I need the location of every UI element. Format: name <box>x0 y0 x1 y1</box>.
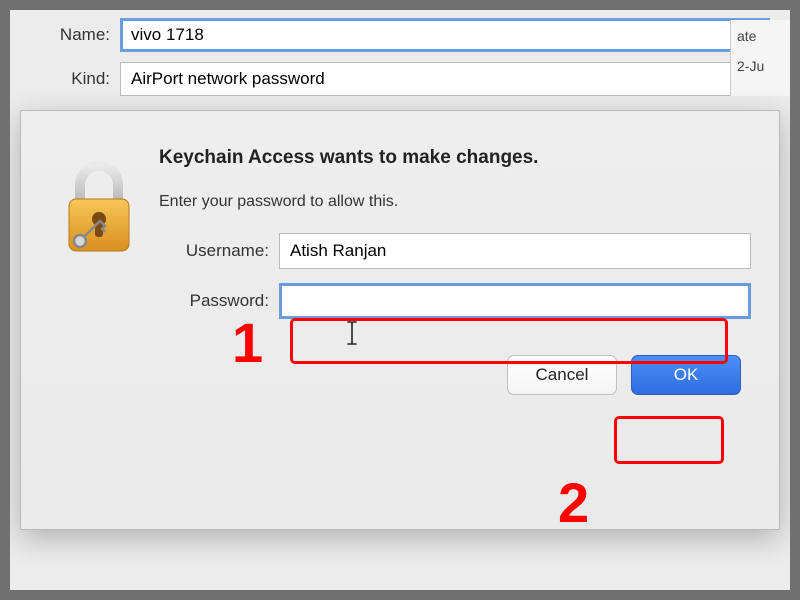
background-window: Name: Kind: <box>10 10 790 116</box>
password-row: Password: <box>159 283 751 319</box>
username-label: Username: <box>159 241 279 261</box>
right-fragment-text: 2-Ju <box>737 58 784 74</box>
password-label: Password: <box>159 291 279 311</box>
username-row: Username: <box>159 233 751 269</box>
username-input[interactable] <box>279 233 751 269</box>
dialog-title: Keychain Access wants to make changes. <box>159 147 751 169</box>
auth-dialog: Keychain Access wants to make changes. E… <box>20 110 780 530</box>
kind-row: Kind: <box>30 62 770 96</box>
right-panel-fragment: ate 2-Ju <box>730 20 790 96</box>
name-row: Name: <box>30 18 770 52</box>
dialog-subtitle: Enter your password to allow this. <box>159 193 751 211</box>
name-label: Name: <box>30 25 120 45</box>
cancel-button[interactable]: Cancel <box>507 355 617 395</box>
button-row: Cancel OK <box>159 355 751 395</box>
kind-input[interactable] <box>120 62 770 96</box>
ok-button[interactable]: OK <box>631 355 741 395</box>
lock-icon <box>49 147 149 395</box>
kind-label: Kind: <box>30 69 120 89</box>
password-input[interactable] <box>279 283 751 319</box>
name-input[interactable] <box>120 18 770 52</box>
right-fragment-text: ate <box>737 28 784 44</box>
